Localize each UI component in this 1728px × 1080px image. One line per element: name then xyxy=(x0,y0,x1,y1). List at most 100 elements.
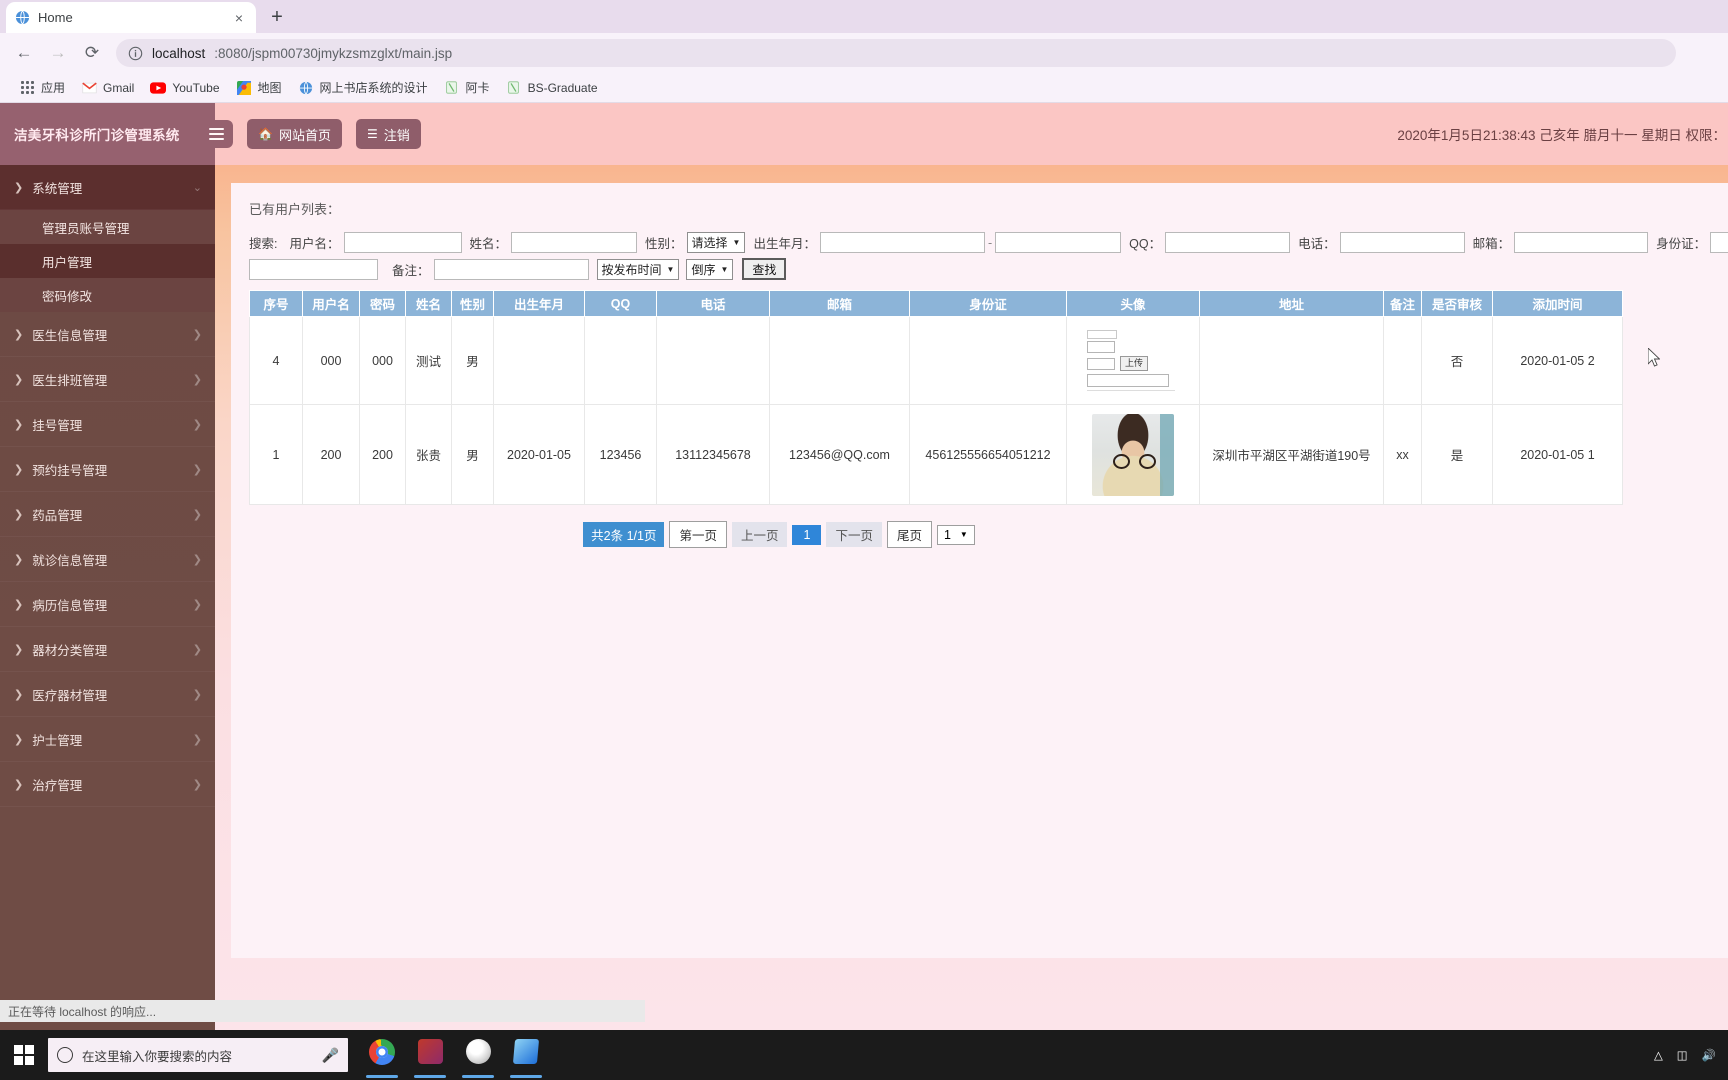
gender-select[interactable]: 请选择 ▼ xyxy=(686,232,746,253)
phone-input[interactable] xyxy=(1339,232,1465,253)
cell-password: 200 xyxy=(359,404,406,505)
bookmark-aka[interactable]: 阿卡 xyxy=(437,76,497,99)
browser-status-bar: 正在等待 localhost 的响应... xyxy=(0,1000,645,1022)
chevron-right-icon: ❯ xyxy=(192,598,202,611)
remark-input[interactable] xyxy=(433,258,589,280)
chevron-down-icon: ▼ xyxy=(959,530,968,539)
back-icon[interactable]: ← xyxy=(10,39,38,67)
bookmark-maps[interactable]: 地图 xyxy=(229,76,289,99)
qq-input[interactable] xyxy=(1165,232,1291,253)
table-row[interactable]: 1 200 200 张贵 男 2020-01-05 123456 1311234… xyxy=(249,404,1623,505)
volume-icon[interactable]: 🔊 xyxy=(1702,1048,1716,1062)
upload-button[interactable]: 上传 xyxy=(1120,356,1149,371)
address-input[interactable] xyxy=(249,258,378,280)
note-icon xyxy=(506,80,522,96)
chevron-right-icon: ❯ xyxy=(192,508,202,521)
chevron-right-icon: ❯ xyxy=(192,733,202,746)
sidebar-item-label: 医疗器材管理 xyxy=(32,688,108,703)
bookmark-bs-graduate[interactable]: BS-Graduate xyxy=(499,77,605,99)
microphone-icon[interactable]: 🎤 xyxy=(322,1047,339,1064)
sidebar-item-admin-account-management[interactable]: 管理员账号管理 xyxy=(0,210,215,244)
bookmark-bookstore[interactable]: 网上书店系统的设计 xyxy=(291,76,435,99)
sidebar-item-nurse-management[interactable]: ❯ 护士管理 ❯ xyxy=(0,717,215,762)
sidebar-item-treatment-management[interactable]: ❯ 治疗管理 ❯ xyxy=(0,762,215,807)
bookmark-youtube[interactable]: YouTube xyxy=(143,77,226,99)
pagination-last-page[interactable]: 尾页 xyxy=(886,521,932,548)
birth-to-input[interactable] xyxy=(995,232,1122,253)
mouse-cursor xyxy=(1647,346,1661,367)
pagination-current-page[interactable]: 1 xyxy=(792,524,822,545)
new-tab-button[interactable]: + xyxy=(262,2,292,32)
gray-app-taskbar-icon[interactable] xyxy=(456,1032,500,1078)
chevron-right-icon: ❯ xyxy=(14,508,24,521)
sidebar-item-system-management[interactable]: ❯ 系统管理 ⌄ xyxy=(0,165,215,210)
cell-seq: 1 xyxy=(249,404,303,505)
windows-logo-icon xyxy=(13,1044,35,1066)
pagination-prev-page[interactable]: 上一页 xyxy=(731,522,788,547)
sidebar-item-doctor-info-management[interactable]: ❯ 医生信息管理 ❯ xyxy=(0,312,215,357)
sidebar-item-medicine-management[interactable]: ❯ 药品管理 ❯ xyxy=(0,492,215,537)
search-button[interactable]: 查找 xyxy=(742,258,787,280)
birth-from-input[interactable] xyxy=(819,232,985,253)
cell-seq: 4 xyxy=(249,316,303,405)
idcard-input[interactable] xyxy=(1710,232,1728,253)
table-row[interactable]: 4 000 000 测试 男 上传 否 2020-01-05 2 xyxy=(249,316,1623,405)
bookmark-gmail[interactable]: Gmail xyxy=(74,77,141,99)
sidebar-item-label: 护士管理 xyxy=(32,733,83,748)
chevron-down-icon: ▼ xyxy=(732,238,741,247)
sort-order-select[interactable]: 倒序 ▼ xyxy=(686,258,734,280)
gmail-icon xyxy=(81,80,97,96)
sidebar-item-doctor-schedule-management[interactable]: ❯ 医生排班管理 ❯ xyxy=(0,357,215,402)
pagination-next-page[interactable]: 下一页 xyxy=(826,522,882,547)
reload-icon[interactable]: ⟳ xyxy=(78,39,106,67)
sidebar-item-registration-management[interactable]: ❯ 挂号管理 ❯ xyxy=(0,402,215,447)
browser-toolbar: ← → ⟳ localhost:8080/jspm00730jmykzsmzgl… xyxy=(0,33,1728,73)
th-qq: QQ xyxy=(584,290,657,317)
browser-tab[interactable]: Home × xyxy=(6,2,256,33)
username-input[interactable] xyxy=(343,232,462,253)
sidebar-item-password-change[interactable]: 密码修改 xyxy=(0,278,215,312)
th-password: 密码 xyxy=(359,290,406,317)
red-app-icon xyxy=(417,1039,443,1064)
bookmark-apps[interactable]: 应用 xyxy=(12,76,72,99)
upload-field[interactable] xyxy=(1087,341,1115,353)
forward-icon[interactable]: → xyxy=(44,39,72,67)
email-input[interactable] xyxy=(1514,232,1649,253)
sidebar-item-user-management[interactable]: 用户管理 xyxy=(0,244,215,278)
sidebar-subitem-label: 密码修改 xyxy=(42,289,93,304)
menu-icon[interactable] xyxy=(199,120,233,148)
red-app-taskbar-icon[interactable] xyxy=(408,1032,452,1078)
sidebar-item-label: 器材分类管理 xyxy=(32,643,108,658)
logout-button[interactable]: ☰ 注销 xyxy=(355,119,421,149)
avatar-upload-widget[interactable]: 上传 xyxy=(1087,330,1179,391)
taskbar-search-box[interactable]: 在这里输入你要搜索的内容 🎤 xyxy=(48,1038,348,1072)
taskbar-app-list xyxy=(360,1032,548,1078)
chrome-taskbar-icon[interactable] xyxy=(360,1032,404,1078)
sort-field-select[interactable]: 按发布时间 ▼ xyxy=(596,258,680,280)
home-icon: 🏠 xyxy=(258,127,273,141)
home-button[interactable]: 🏠 网站首页 xyxy=(247,119,342,149)
network-icon[interactable]: ◫ xyxy=(1677,1048,1688,1062)
sidebar-item-visit-info-management[interactable]: ❯ 就诊信息管理 ❯ xyxy=(0,537,215,582)
sidebar-item-medical-equipment-management[interactable]: ❯ 医疗器材管理 ❯ xyxy=(0,672,215,717)
sidebar-item-equipment-category-management[interactable]: ❯ 器材分类管理 ❯ xyxy=(0,627,215,672)
blue-app-taskbar-icon[interactable] xyxy=(504,1032,548,1078)
active-indicator xyxy=(414,1075,446,1078)
upload-path-field[interactable] xyxy=(1087,374,1169,387)
name-input[interactable] xyxy=(511,232,638,253)
cell-password: 000 xyxy=(359,316,406,405)
address-bar[interactable]: localhost:8080/jspm00730jmykzsmzglxt/mai… xyxy=(116,39,1676,67)
sidebar-item-medical-record-management[interactable]: ❯ 病历信息管理 ❯ xyxy=(0,582,215,627)
pagination-jump-select[interactable]: 1 ▼ xyxy=(936,524,975,545)
chevron-up-icon[interactable]: △ xyxy=(1654,1048,1663,1062)
close-icon[interactable]: × xyxy=(230,9,248,27)
sidebar-item-appointment-registration-management[interactable]: ❯ 预约挂号管理 ❯ xyxy=(0,447,215,492)
info-circle-icon[interactable] xyxy=(128,46,143,61)
user-list-panel: 已有用户列表： 搜索: 用户名： 姓名： 性别： 请选择 ▼ 出生年月： - Q… xyxy=(231,183,1728,958)
pagination-first-page[interactable]: 第一页 xyxy=(669,521,727,548)
bookmark-label: 阿卡 xyxy=(465,81,490,95)
gender-select-value: 请选择 xyxy=(691,236,728,250)
upload-field[interactable] xyxy=(1087,357,1115,370)
th-created: 添加时间 xyxy=(1492,290,1623,317)
start-button[interactable] xyxy=(0,1044,48,1066)
